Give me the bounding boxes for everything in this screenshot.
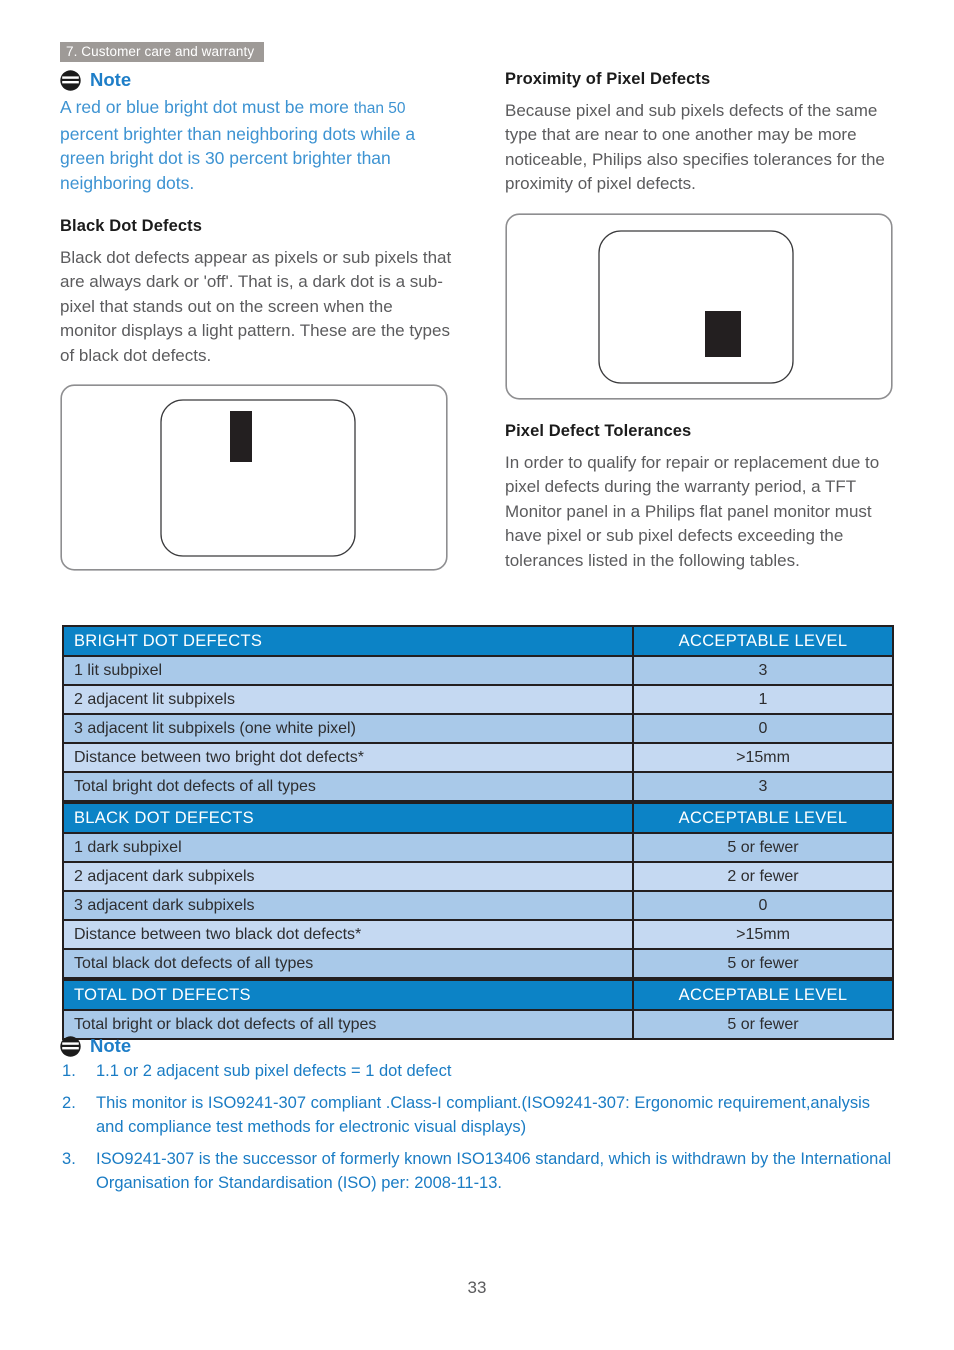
note-text-top: A red or blue bright dot must be more th…: [60, 95, 452, 195]
column-header-category: BLACK DOT DEFECTS: [62, 802, 634, 834]
table-row: Total black dot defects of all types 5 o…: [62, 948, 894, 979]
note-icon: [60, 1036, 81, 1057]
right-column: Proximity of Pixel Defects Because pixel…: [505, 70, 897, 573]
note-text-part-small: than 50: [353, 100, 406, 117]
left-column: Note A red or blue bright dot must be mo…: [60, 70, 452, 571]
chapter-header-band: 7. Customer care and warranty: [60, 42, 265, 62]
table-row: 1 dark subpixel 5 or fewer: [62, 832, 894, 863]
heading-proximity-of-pixel-defects: Proximity of Pixel Defects: [505, 70, 711, 88]
table-black-dot-defects: BLACK DOT DEFECTS ACCEPTABLE LEVEL 1 dar…: [62, 802, 894, 979]
table-row: 3 adjacent dark subpixels 0: [62, 890, 894, 921]
note-title-bottom: Note: [90, 1035, 132, 1057]
paragraph-pixel-defect-tolerances: In order to qualify for repair or replac…: [505, 452, 880, 570]
cell-category: 2 adjacent lit subpixels: [62, 684, 634, 715]
cell-level: 1: [632, 684, 894, 715]
proximity-pixel-defect-diagram: [505, 213, 897, 400]
footer-note-block: Note 1.1 or 2 adjacent sub pixel defects…: [60, 1036, 895, 1203]
table-row: Distance between two bright dot defects*…: [62, 742, 894, 773]
table-row: Distance between two black dot defects* …: [62, 919, 894, 950]
chapter-header-text: 7. Customer care and warranty: [66, 43, 255, 59]
note-title-top: Note: [90, 69, 132, 91]
cell-category: 1 dark subpixel: [62, 832, 634, 863]
table-row: 1 lit subpixel 3: [62, 655, 894, 686]
column-header-category: BRIGHT DOT DEFECTS: [62, 625, 634, 657]
cell-level: >15mm: [632, 742, 894, 773]
cell-category: Distance between two bright dot defects*: [62, 742, 634, 773]
cell-category: Total bright dot defects of all types: [62, 771, 634, 802]
column-header-category: TOTAL DOT DEFECTS: [62, 979, 634, 1011]
note-icon: [60, 70, 81, 91]
cell-level: 5 or fewer: [632, 1009, 894, 1040]
cell-category: 3 adjacent lit subpixels (one white pixe…: [62, 713, 634, 744]
note-heading-bottom: Note: [60, 1036, 895, 1057]
column-header-acceptable-level: ACCEPTABLE LEVEL: [632, 625, 894, 657]
table-total-dot-defects: TOTAL DOT DEFECTS ACCEPTABLE LEVEL Total…: [62, 979, 894, 1040]
cell-level: 3: [632, 655, 894, 686]
black-dot-defect-diagram: [60, 384, 452, 571]
cell-level: 0: [632, 890, 894, 921]
column-header-acceptable-level: ACCEPTABLE LEVEL: [632, 802, 894, 834]
list-item: This monitor is ISO9241-307 compliant .C…: [62, 1091, 871, 1136]
pixel-defect-tolerance-tables: BRIGHT DOT DEFECTS ACCEPTABLE LEVEL 1 li…: [62, 625, 894, 1040]
table-row: Total bright or black dot defects of all…: [62, 1009, 894, 1040]
cell-level: 3: [632, 771, 894, 802]
note-text-part-main: A red or blue bright dot must be more: [60, 97, 354, 117]
cell-category: 2 adjacent dark subpixels: [62, 861, 634, 892]
cell-category: Distance between two black dot defects*: [62, 919, 634, 950]
list-item: 1.1 or 2 adjacent sub pixel defects = 1 …: [62, 1059, 452, 1083]
heading-pixel-defect-tolerances: Pixel Defect Tolerances: [505, 421, 692, 440]
list-item: ISO9241-307 is the successor of formerly…: [62, 1147, 892, 1192]
cell-level: 2 or fewer: [632, 861, 894, 892]
cell-level: 0: [632, 713, 894, 744]
footnote-list: 1.1 or 2 adjacent sub pixel defects = 1 …: [60, 1059, 895, 1195]
note-text-part-rest: percent brighter than neighboring dots w…: [60, 123, 416, 193]
cell-category: Total bright or black dot defects of all…: [62, 1009, 634, 1040]
cell-category: 3 adjacent dark subpixels: [62, 890, 634, 921]
paragraph-proximity-of-pixel-defects: Because pixel and sub pixels defects of …: [505, 100, 885, 194]
cell-category: 1 lit subpixel: [62, 655, 634, 686]
page-number: 33: [467, 1278, 487, 1297]
heading-black-dot-defects: Black Dot Defects: [60, 217, 202, 235]
paragraph-black-dot-defects: Black dot defects appear as pixels or su…: [60, 247, 452, 365]
table-row: Total bright dot defects of all types 3: [62, 771, 894, 802]
cell-level: 5 or fewer: [632, 948, 894, 979]
column-header-acceptable-level: ACCEPTABLE LEVEL: [632, 979, 894, 1011]
table-header-row: BLACK DOT DEFECTS ACCEPTABLE LEVEL: [62, 802, 894, 834]
table-header-row: BRIGHT DOT DEFECTS ACCEPTABLE LEVEL: [62, 625, 894, 657]
table-row: 2 adjacent lit subpixels 1: [62, 684, 894, 715]
cell-level: >15mm: [632, 919, 894, 950]
table-header-row: TOTAL DOT DEFECTS ACCEPTABLE LEVEL: [62, 979, 894, 1011]
table-row: 2 adjacent dark subpixels 2 or fewer: [62, 861, 894, 892]
table-row: 3 adjacent lit subpixels (one white pixe…: [62, 713, 894, 744]
cell-level: 5 or fewer: [632, 832, 894, 863]
document-page: 7. Customer care and warranty Note A red…: [0, 0, 954, 1350]
table-bright-dot-defects: BRIGHT DOT DEFECTS ACCEPTABLE LEVEL 1 li…: [62, 625, 894, 802]
note-heading-top: Note: [60, 70, 452, 91]
cell-category: Total black dot defects of all types: [62, 948, 634, 979]
